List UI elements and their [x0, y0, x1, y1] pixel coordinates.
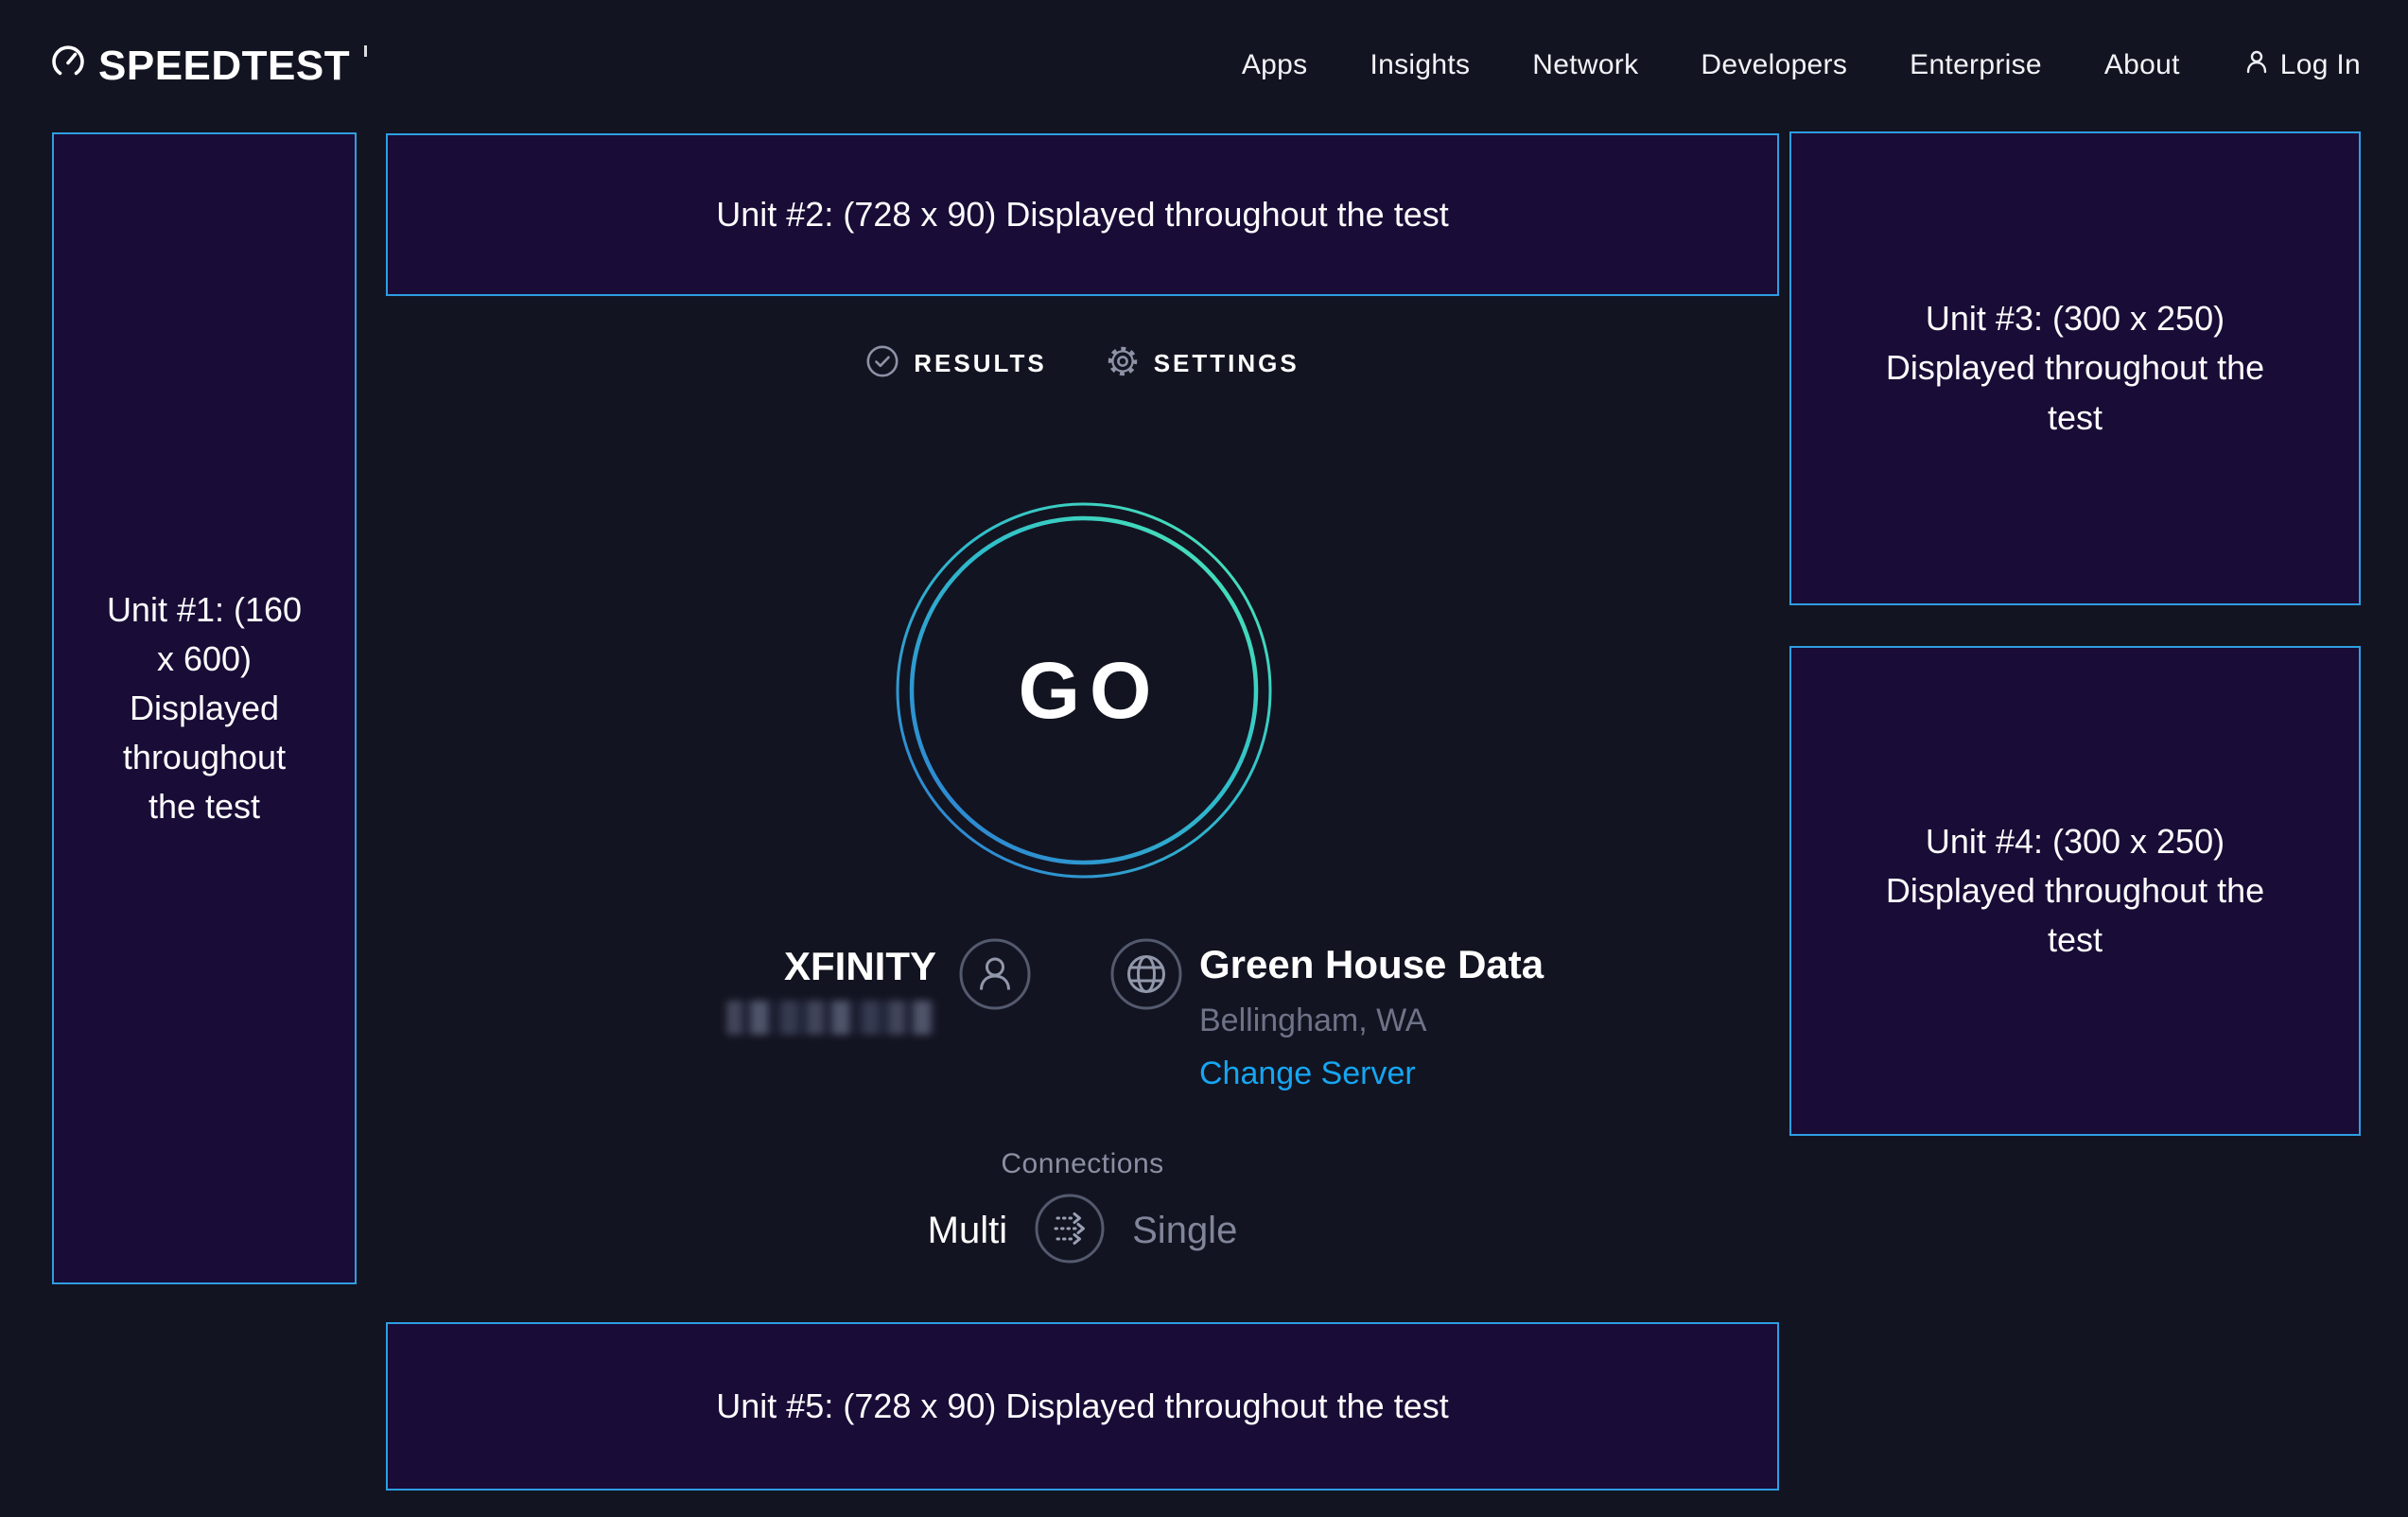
- change-server-link[interactable]: Change Server: [1199, 1055, 1416, 1092]
- tab-settings-label: SETTINGS: [1154, 349, 1300, 378]
- nav-item-developers[interactable]: Developers: [1701, 49, 1847, 81]
- ad-unit-1-text: Unit #1: (160 x 600) Displayed throughou…: [103, 585, 306, 832]
- connection-mode-toggle: Multi Single: [386, 1194, 1779, 1267]
- login-label: Log In: [2280, 49, 2361, 81]
- speedometer-gauge-icon: [50, 44, 86, 84]
- check-circle-icon: [865, 344, 899, 383]
- ad-unit-1-skyscraper: Unit #1: (160 x 600) Displayed throughou…: [52, 132, 357, 1284]
- tab-results[interactable]: RESULTS: [865, 344, 1046, 383]
- nav-item-network[interactable]: Network: [1532, 49, 1638, 81]
- server-location: Bellingham, WA: [1199, 1003, 1427, 1039]
- nav-item-apps[interactable]: Apps: [1242, 49, 1308, 81]
- gear-icon: [1106, 344, 1140, 383]
- nav-item-insights[interactable]: Insights: [1370, 49, 1470, 81]
- results-settings-tabs: RESULTS SETTINGS: [386, 344, 1779, 383]
- main-navigation: Apps Insights Network Developers Enterpr…: [1242, 47, 2361, 83]
- tab-results-label: RESULTS: [914, 349, 1046, 378]
- ip-address-redacted: [726, 1001, 936, 1035]
- go-button-label: GO: [895, 501, 1273, 880]
- ad-unit-3-text: Unit #3: (300 x 250) Displayed throughou…: [1865, 294, 2286, 443]
- ad-unit-2-text: Unit #2: (728 x 90) Displayed throughout…: [716, 190, 1448, 239]
- ad-unit-5-leaderboard: Unit #5: (728 x 90) Displayed throughout…: [386, 1322, 1779, 1491]
- go-button[interactable]: GO: [895, 501, 1273, 880]
- isp-name: XFINITY: [567, 944, 936, 989]
- user-icon: [2242, 47, 2271, 83]
- speedtest-logo[interactable]: SPEEDTEST: [50, 44, 369, 87]
- tab-settings[interactable]: SETTINGS: [1106, 344, 1300, 383]
- server-globe-icon: [1110, 938, 1182, 1015]
- server-name: Green House Data: [1199, 942, 1544, 987]
- connection-mode-single[interactable]: Single: [1132, 1210, 1237, 1252]
- connections-section-label: Connections: [386, 1148, 1779, 1180]
- isp-user-icon: [959, 938, 1031, 1015]
- registered-mark: [364, 45, 369, 57]
- ad-unit-2-leaderboard: Unit #2: (728 x 90) Displayed throughout…: [386, 133, 1779, 296]
- logo-wordmark: SPEEDTEST: [98, 44, 350, 87]
- ad-unit-3-rectangle: Unit #3: (300 x 250) Displayed throughou…: [1789, 131, 2361, 605]
- ad-unit-5-text: Unit #5: (728 x 90) Displayed throughout…: [716, 1382, 1448, 1431]
- ad-unit-4-text: Unit #4: (300 x 250) Displayed throughou…: [1865, 817, 2286, 966]
- connection-mode-multi[interactable]: Multi: [928, 1210, 1007, 1252]
- top-nav-bar: SPEEDTEST Apps Insights Network Develope…: [0, 0, 2408, 131]
- login-button[interactable]: Log In: [2242, 47, 2361, 83]
- nav-item-about[interactable]: About: [2104, 49, 2180, 81]
- ad-unit-4-rectangle: Unit #4: (300 x 250) Displayed throughou…: [1789, 646, 2361, 1136]
- multi-connection-arrows-icon[interactable]: [1034, 1193, 1106, 1269]
- speedtest-page: SPEEDTEST Apps Insights Network Develope…: [0, 0, 2408, 1517]
- nav-item-enterprise[interactable]: Enterprise: [1910, 49, 2042, 81]
